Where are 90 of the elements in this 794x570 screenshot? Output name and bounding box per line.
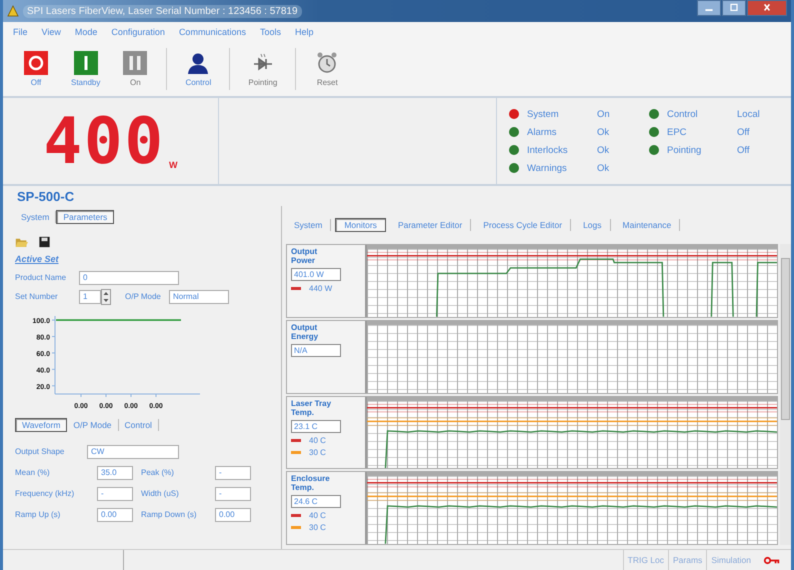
tab[interactable]: Waveform [15, 418, 68, 432]
power-unit: W [169, 160, 178, 172]
limit-label: 440 W [309, 284, 332, 293]
standby-icon [74, 51, 98, 75]
menu-item[interactable]: File [13, 27, 28, 37]
monitor-title: Enclosure Temp. [291, 474, 331, 492]
value-field: 23.1 C [291, 420, 341, 432]
status-bar-item: Params [668, 550, 706, 570]
window-title: SPI Lasers FiberView, Laser Serial Number : 123456 : 57819 [23, 4, 302, 18]
input-field[interactable]: 0 [79, 270, 179, 284]
monitor-title: Output Energy [291, 322, 320, 341]
input-field[interactable]: CW [87, 444, 179, 458]
toolbar-button[interactable]: Control [181, 49, 216, 89]
warning-icon [7, 5, 19, 17]
tab[interactable]: Monitors [335, 218, 386, 232]
menu-item[interactable]: View [42, 27, 61, 37]
status-value: On [597, 108, 610, 120]
status-label: System [527, 108, 560, 120]
tab[interactable]: System [286, 219, 332, 231]
alarm-clock-icon [315, 51, 340, 75]
input-field[interactable]: - [215, 466, 251, 480]
input-field[interactable]: - [215, 486, 251, 500]
menu-item[interactable]: Help [294, 27, 314, 37]
field-label: Set Number [15, 292, 59, 301]
spinner-arrows-icon[interactable] [101, 288, 111, 304]
field-label: Frequency (kHz) [15, 489, 76, 498]
field-label: Width (uS) [141, 489, 180, 498]
status-label: Pointing [667, 144, 702, 156]
status-value: Ok [597, 162, 610, 174]
save-icon[interactable] [38, 236, 51, 248]
spinner-field[interactable]: 1 [79, 290, 101, 304]
tab[interactable]: O/P Mode [67, 419, 119, 431]
status-value: Ok [597, 144, 610, 156]
limit-label: 30 C [309, 523, 326, 532]
monitor-title: Laser Tray Temp. [291, 398, 332, 416]
status-label: Control [667, 108, 699, 120]
value-field: N/A [291, 344, 341, 357]
key-icon [763, 556, 781, 564]
field-label: O/P Mode [125, 292, 162, 301]
tab[interactable]: Parameter Editor [390, 219, 472, 231]
status-label: Warnings [527, 162, 568, 174]
section-link[interactable]: Active Set [15, 254, 59, 264]
minimize-button[interactable] [697, 0, 721, 16]
status-value: Ok [597, 126, 610, 138]
pause-icon [123, 51, 148, 75]
status-label: Alarms [527, 126, 558, 138]
toolbar-button[interactable]: Standby [67, 49, 104, 89]
limit-label: 40 C [309, 511, 326, 520]
tab[interactable]: Control [118, 419, 159, 431]
field-label: Ramp Down (s) [141, 510, 198, 519]
value-field: 24.6 C [291, 495, 341, 508]
close-icon [761, 3, 773, 13]
input-field[interactable]: 35.0 [97, 466, 133, 480]
status-value: Off [737, 126, 750, 138]
field-label: Product Name [15, 273, 68, 282]
toolbar-button[interactable]: Off [19, 49, 53, 89]
tab[interactable]: Parameters [56, 210, 114, 224]
field-label: Peak (%) [141, 468, 175, 477]
power-off-icon [24, 51, 48, 75]
tab[interactable]: Process Cycle Editor [475, 219, 572, 231]
close-button[interactable] [747, 0, 787, 16]
value-field: 401.0 W [291, 268, 341, 281]
tab[interactable]: Logs [575, 219, 611, 231]
field-label: Mean (%) [15, 468, 51, 477]
limit-label: 40 C [309, 436, 326, 444]
scrollbar[interactable] [780, 244, 791, 545]
monitor-title: Output Power [291, 247, 318, 265]
status-bar-item: Simulation [706, 550, 755, 570]
power-value: 400 [43, 110, 166, 174]
maximize-icon [728, 3, 740, 13]
input-field[interactable]: - [97, 486, 133, 500]
field-label: Output Shape [15, 447, 66, 456]
status-value: Local [737, 108, 760, 120]
tab[interactable]: Maintenance [614, 219, 680, 231]
limit-label: 30 C [309, 448, 326, 456]
field-label: Ramp Up (s) [15, 510, 62, 519]
input-field[interactable]: 0.00 [215, 508, 251, 522]
status-label: EPC [667, 126, 688, 138]
menu-item[interactable]: Communications [178, 27, 246, 37]
menu-item[interactable]: Mode [74, 27, 98, 37]
input-field[interactable]: 0.00 [97, 508, 133, 522]
maximize-button[interactable] [722, 0, 746, 16]
menu-item[interactable]: Tools [260, 27, 281, 37]
input-field[interactable]: Normal [169, 290, 229, 304]
status-value: Off [737, 144, 750, 156]
status-bar-item: TRIG Loc [622, 550, 668, 570]
user-icon [186, 51, 210, 75]
status-label: Interlocks [527, 144, 569, 156]
menu-item[interactable]: Configuration [111, 27, 165, 37]
model-title: SP-500-C [16, 188, 76, 206]
